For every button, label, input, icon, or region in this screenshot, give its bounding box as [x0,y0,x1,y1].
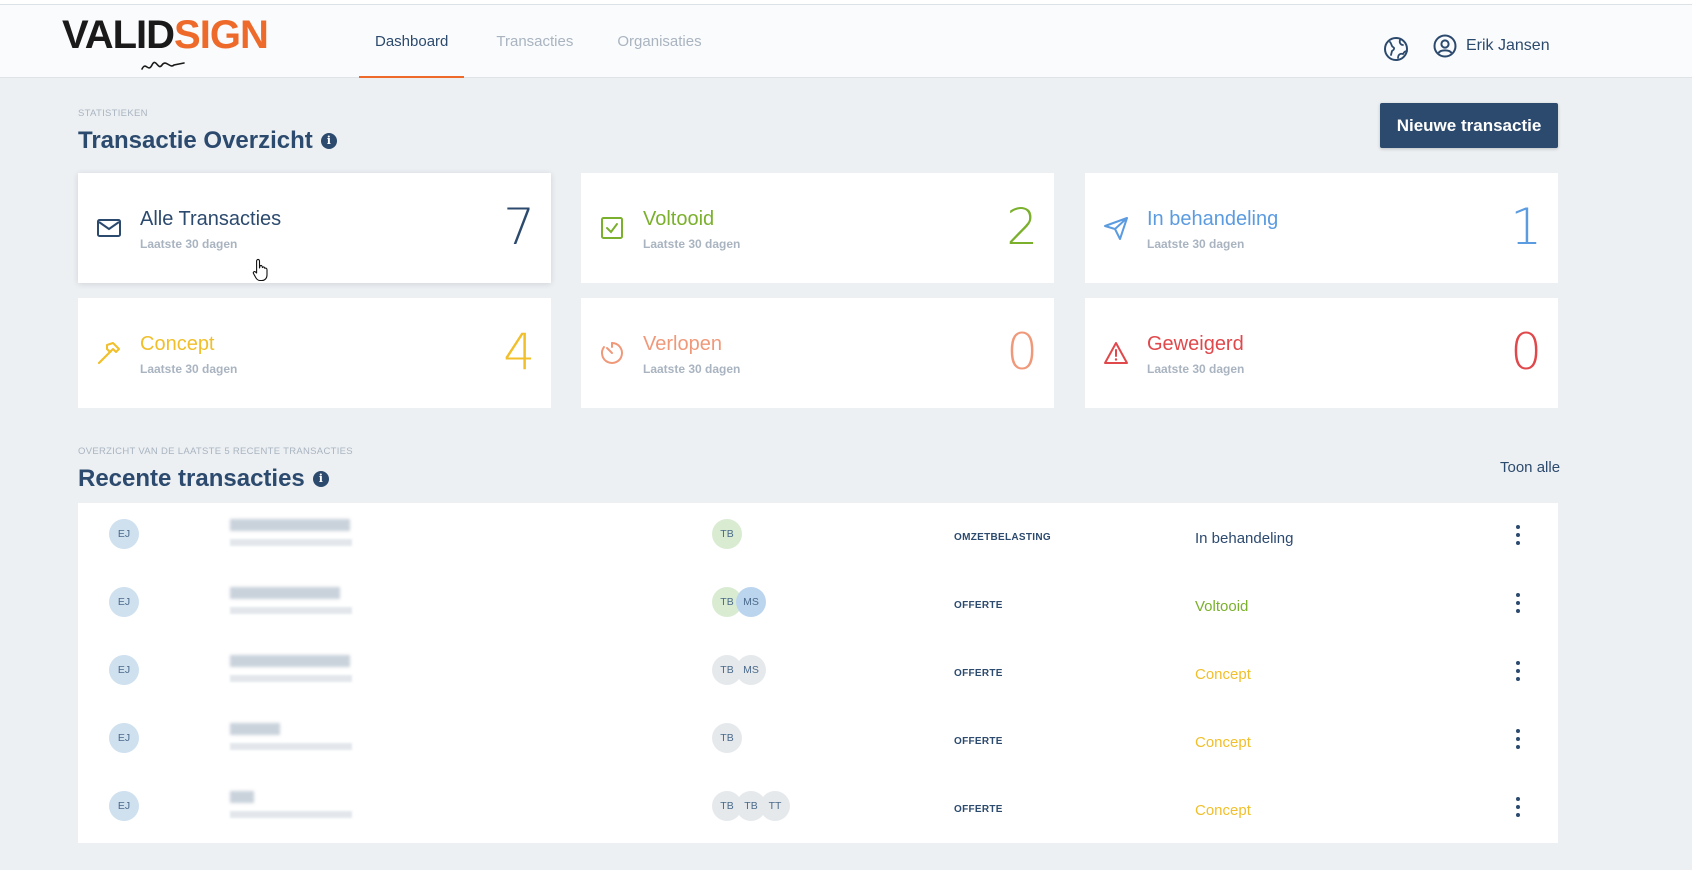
transaction-type: OMZETBELASTING [954,532,1051,543]
warning-icon [1104,342,1128,364]
transaction-status: Concept [1195,666,1251,683]
hammer-icon [97,342,120,365]
new-transaction-button[interactable]: Nieuwe transactie [1380,103,1558,148]
info-icon[interactable]: i [320,133,337,149]
send-icon [1104,217,1128,240]
nav-dashboard[interactable]: Dashboard [359,5,465,78]
card-count: 0 [1510,323,1542,381]
stats-eyebrow: STATISTIEKEN [78,108,148,119]
nav-transacties[interactable]: Transacties [480,5,589,78]
stats-title: Transactie Overzicht i [78,127,337,155]
nav-organisaties[interactable]: Organisaties [601,5,717,78]
card-count: 4 [503,323,535,381]
mail-icon [97,219,121,237]
card-count: 0 [1006,323,1038,381]
transaction-type: OFFERTE [954,600,1003,611]
card-subtitle: Laatste 30 dagen [643,362,741,376]
card-subtitle: Laatste 30 dagen [1147,237,1245,251]
card-count: 2 [1006,198,1038,256]
row-menu-icon[interactable] [1510,795,1526,819]
user-circle-icon [1433,34,1457,58]
card-subtitle: Laatste 30 dagen [1147,362,1245,376]
card-verlopen[interactable]: Verlopen Laatste 30 dagen 0 [581,298,1054,408]
table-row[interactable]: EJ TB TB TT OFFERTE Concept [78,775,1558,843]
validsign-logo[interactable]: VALIDSIGN [62,13,272,73]
signer-avatar: TB [712,723,742,753]
show-all-link[interactable]: Toon alle [1500,459,1560,476]
transaction-type: OFFERTE [954,736,1003,747]
user-name: Erik Jansen [1466,37,1550,54]
redacted-title [230,587,340,599]
recent-eyebrow: OVERZICHT VAN DE LAATSTE 5 RECENTE TRANS… [78,446,353,457]
transaction-status: Concept [1195,802,1251,819]
owner-avatar: EJ [109,519,139,549]
signature-squiggle-icon [141,61,185,70]
table-row[interactable]: EJ TB OFFERTE Concept [78,707,1558,775]
row-menu-icon[interactable] [1510,727,1526,751]
owner-avatar: EJ [109,723,139,753]
logo-wordmark: VALIDSIGN [62,13,269,57]
card-count: 7 [503,198,535,256]
card-title: Concept [140,333,215,355]
transaction-type: OFFERTE [954,668,1003,679]
check-square-icon [601,217,623,239]
card-title: Voltooid [643,208,715,230]
owner-avatar: EJ [109,655,139,685]
recent-title: Recente transacties i [78,465,329,493]
table-row[interactable]: EJ TB OMZETBELASTING In behandeling [78,503,1558,571]
redacted-subtitle [230,743,352,750]
signer-avatar: TB [712,519,742,549]
card-count: 1 [1510,198,1542,256]
redacted-subtitle [230,539,352,546]
info-icon[interactable]: i [312,471,329,487]
redacted-title [230,519,350,531]
transaction-type: OFFERTE [954,804,1003,815]
redacted-subtitle [230,811,352,818]
owner-avatar: EJ [109,587,139,617]
card-geweigerd[interactable]: Geweigerd Laatste 30 dagen 0 [1085,298,1558,408]
card-alle-transacties[interactable]: Alle Transacties Laatste 30 dagen 7 [78,173,551,283]
signer-avatar: MS [736,587,766,617]
recent-transactions-table: EJ TB OMZETBELASTING In behandeling EJ T… [78,503,1558,843]
recent-title-text: Recente transacties [78,465,305,492]
row-menu-icon[interactable] [1510,659,1526,683]
card-subtitle: Laatste 30 dagen [643,237,741,251]
hand-cursor-icon [252,258,268,282]
owner-avatar: EJ [109,791,139,821]
card-subtitle: Laatste 30 dagen [140,237,238,251]
card-title: Geweigerd [1147,333,1244,355]
user-menu[interactable]: Erik Jansen [1433,34,1550,58]
transaction-status: Concept [1195,734,1251,751]
redacted-title [230,791,254,803]
table-row[interactable]: EJ TB MS OFFERTE Voltooid [78,571,1558,639]
card-title: In behandeling [1147,208,1279,230]
redacted-subtitle [230,675,352,682]
stats-title-text: Transactie Overzicht [78,127,313,154]
main-nav: Dashboard Transacties Organisaties [359,5,718,78]
redacted-title [230,723,280,735]
signer-avatar: TT [760,791,790,821]
card-concept[interactable]: Concept Laatste 30 dagen 4 [78,298,551,408]
row-menu-icon[interactable] [1510,523,1526,547]
transaction-status: Voltooid [1195,598,1249,615]
timer-icon [601,342,623,364]
redacted-title [230,655,350,667]
language-globe-icon[interactable] [1383,36,1409,62]
transaction-status: In behandeling [1195,530,1294,547]
card-voltooid[interactable]: Voltooid Laatste 30 dagen 2 [581,173,1054,283]
card-subtitle: Laatste 30 dagen [140,362,238,376]
row-menu-icon[interactable] [1510,591,1526,615]
card-in-behandeling[interactable]: In behandeling Laatste 30 dagen 1 [1085,173,1558,283]
redacted-subtitle [230,607,352,614]
table-row[interactable]: EJ TB MS OFFERTE Concept [78,639,1558,707]
card-title: Verlopen [643,333,722,355]
card-title: Alle Transacties [140,208,282,230]
signer-avatar: MS [736,655,766,685]
